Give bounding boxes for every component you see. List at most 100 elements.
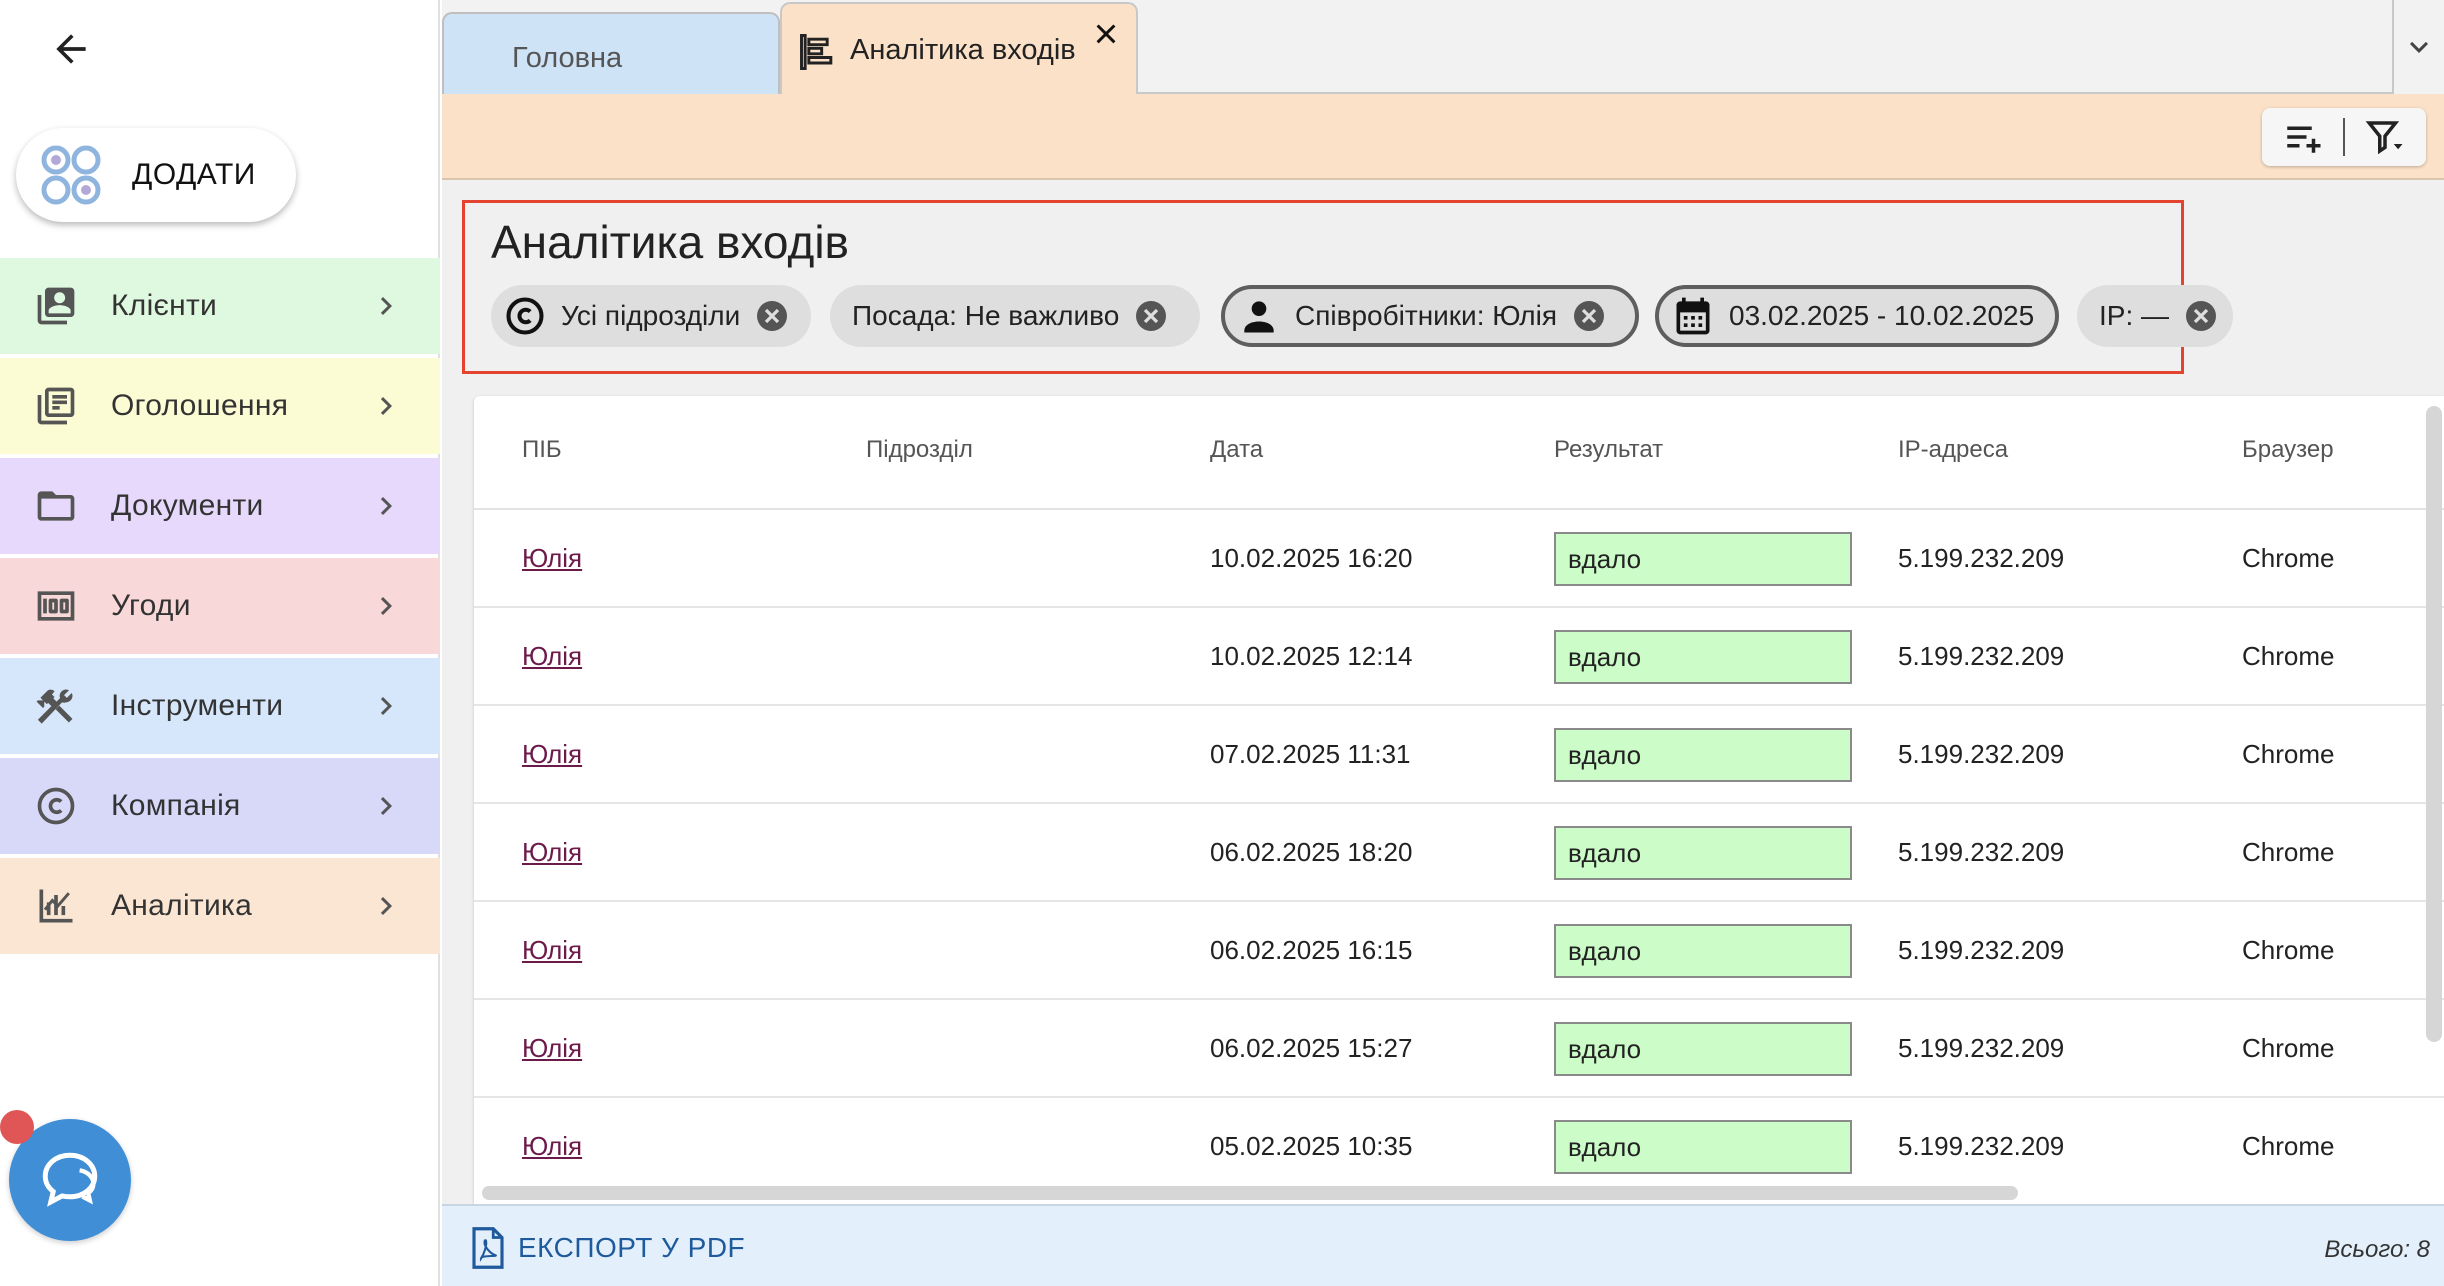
cell-date: 10.02.2025 16:20 (1210, 543, 1413, 573)
sidebar: ДОДАТИ Клієнти Оголошення Документи Угод… (0, 0, 440, 1286)
folder-icon (37, 491, 75, 521)
chevron-down-icon (2410, 41, 2428, 53)
tools-icon (36, 689, 73, 724)
calendar-icon (1676, 297, 1710, 335)
chip-remove-icon[interactable] (2183, 298, 2219, 334)
tab-login-analytics[interactable]: Аналітика входів (780, 2, 1138, 96)
table-row: Юлія 10.02.2025 12:14 вдало 5.199.232.20… (474, 608, 2444, 706)
chevron-right-icon (380, 897, 392, 915)
report-header: Аналітика входів Усі підрозділи Посада: … (462, 200, 2233, 374)
chip-remove-icon[interactable] (1571, 298, 1607, 334)
notification-dot (0, 1110, 34, 1144)
cell-browser: Chrome (2242, 1131, 2335, 1161)
cell-date: 07.02.2025 11:31 (1210, 739, 1411, 769)
report-list-icon (800, 34, 833, 70)
copyright-icon (506, 297, 544, 335)
column-header-browser[interactable]: Браузер (2242, 436, 2334, 464)
copyright-icon (37, 787, 75, 825)
cell-result-badge: вдало (1554, 924, 1852, 978)
chip-label: 03.02.2025 - 10.02.2025 (1729, 300, 2035, 331)
person-icon (1244, 301, 1274, 333)
sidebar-item-label: Клієнти (111, 289, 218, 322)
analytics-icon (39, 889, 73, 923)
chevron-right-icon (380, 797, 392, 815)
sidebar-item-label: Угоди (111, 589, 191, 622)
chevron-right-icon (380, 697, 392, 715)
vertical-scrollbar[interactable] (2426, 406, 2442, 1042)
cell-result-badge: вдало (1554, 532, 1852, 586)
cell-browser: Chrome (2242, 1033, 2335, 1063)
column-header-ip[interactable]: IP-адреса (1898, 436, 2008, 464)
sidebar-item-label: Аналітика (111, 889, 253, 922)
employee-link[interactable]: Юлія (522, 935, 582, 966)
employee-link[interactable]: Юлія (522, 543, 582, 574)
table-row: Юлія 06.02.2025 18:20 вдало 5.199.232.20… (474, 804, 2444, 902)
employee-link[interactable]: Юлія (522, 641, 582, 672)
table-row: Юлія 07.02.2025 11:31 вдало 5.199.232.20… (474, 706, 2444, 804)
sidebar-item-label: Документи (111, 489, 264, 522)
arrow-left-icon (56, 34, 86, 64)
table-row: Юлія 05.02.2025 10:35 вдало 5.199.232.20… (474, 1098, 2444, 1196)
filter-chip-department[interactable]: Усі підрозділи (491, 285, 811, 347)
sidebar-item-deals[interactable]: Угоди (0, 558, 440, 654)
toolbar-actions (2262, 108, 2426, 166)
employee-link[interactable]: Юлія (522, 739, 582, 770)
filter-chip-position[interactable]: Посада: Не важливо (830, 285, 1200, 347)
chevron-right-icon (380, 497, 392, 515)
tabs-dropdown-button[interactable] (2392, 0, 2444, 94)
sidebar-item-label: Компанія (111, 789, 241, 822)
employee-link[interactable]: Юлія (522, 1033, 582, 1064)
filter-menu-button[interactable] (2345, 108, 2426, 166)
chip-label: IP: — (2099, 300, 2170, 331)
pdf-file-icon (472, 1227, 504, 1269)
cell-result-badge: вдало (1554, 1120, 1852, 1174)
close-icon[interactable] (1088, 18, 1124, 54)
chip-label: Посада: Не важливо (852, 300, 1120, 331)
table-row: Юлія 06.02.2025 15:27 вдало 5.199.232.20… (474, 1000, 2444, 1098)
cell-date: 06.02.2025 15:27 (1210, 1033, 1413, 1063)
cell-ip: 5.199.232.209 (1898, 837, 2065, 867)
cell-browser: Chrome (2242, 543, 2335, 573)
cell-ip: 5.199.232.209 (1898, 935, 2065, 965)
filter-chip-date-range[interactable]: 03.02.2025 - 10.02.2025 (1655, 285, 2059, 347)
column-header-date[interactable]: Дата (1210, 436, 1263, 464)
cell-date: 06.02.2025 16:15 (1210, 935, 1413, 965)
filter-chip-employees[interactable]: Співробітники: Юлія (1221, 285, 1639, 347)
sidebar-item-label: Інструменти (111, 689, 284, 722)
export-pdf-button[interactable]: ЕКСПОРТ У PDF (470, 1224, 745, 1272)
sidebar-item-label: Оголошення (111, 389, 289, 422)
column-header-department[interactable]: Підрозділ (866, 436, 973, 464)
filter-list-add-icon (2286, 126, 2320, 153)
tab-label: Аналітика входів (850, 34, 1076, 66)
column-header-result[interactable]: Результат (1554, 436, 1663, 464)
horizontal-scrollbar[interactable] (482, 1186, 2018, 1200)
cell-ip: 5.199.232.209 (1898, 1033, 2065, 1063)
sidebar-item-tools[interactable]: Інструменти (0, 658, 440, 754)
tab-bar: Головна Аналітика входів (442, 0, 2444, 96)
cell-ip: 5.199.232.209 (1898, 1131, 2065, 1161)
cell-ip: 5.199.232.209 (1898, 641, 2065, 671)
add-filter-button[interactable] (2262, 108, 2343, 166)
sidebar-item-listings[interactable]: Оголошення (0, 358, 440, 454)
content-area: Аналітика входів Усі підрозділи Посада: … (442, 180, 2444, 1204)
table-row: Юлія 10.02.2025 16:20 вдало 5.199.232.20… (474, 510, 2444, 608)
tab-home[interactable]: Головна (442, 12, 780, 94)
chip-remove-icon[interactable] (1133, 298, 1169, 334)
export-pdf-label: ЕКСПОРТ У PDF (518, 1232, 746, 1263)
employee-link[interactable]: Юлія (522, 837, 582, 868)
filter-icon (2366, 121, 2403, 155)
sidebar-item-documents[interactable]: Документи (0, 458, 440, 554)
total-count: Всього: 8 (2324, 1236, 2430, 1263)
chip-remove-icon[interactable] (754, 298, 790, 334)
sidebar-item-analytics[interactable]: Аналітика (0, 858, 440, 954)
add-button[interactable]: ДОДАТИ (16, 128, 296, 222)
page-title: Аналітика входів (491, 216, 849, 268)
cell-result-badge: вдало (1554, 630, 1852, 684)
chip-label: Співробітники: Юлія (1295, 300, 1558, 331)
filter-chip-ip[interactable]: IP: — (2077, 285, 2233, 347)
sidebar-item-company[interactable]: Компанія (0, 758, 440, 854)
employee-link[interactable]: Юлія (522, 1131, 582, 1162)
sidebar-item-clients[interactable]: Клієнти (0, 258, 440, 354)
column-header-name[interactable]: ПІБ (522, 436, 562, 464)
back-button[interactable] (44, 22, 98, 76)
